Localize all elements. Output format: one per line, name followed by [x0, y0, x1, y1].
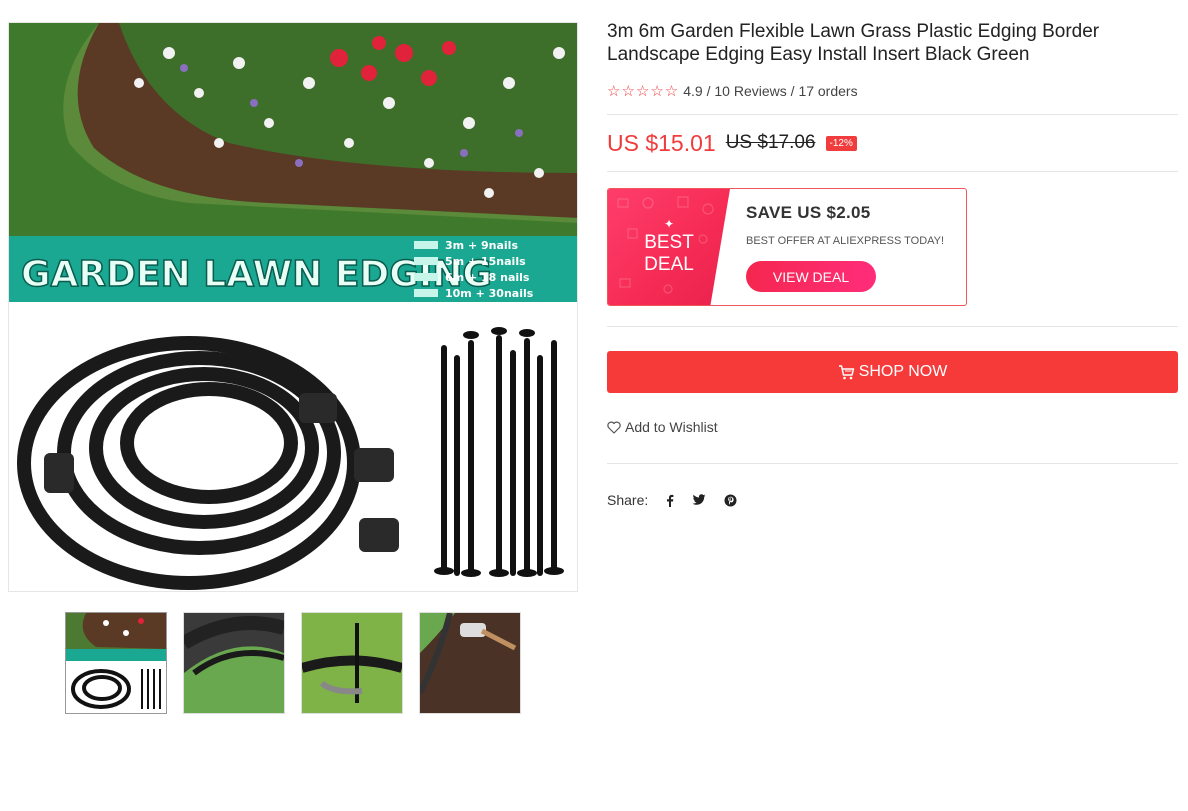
- rating-value: 4.9: [683, 83, 703, 99]
- main-product-image[interactable]: GARDEN LAWN EDGING 3m + 9nails 5m + 15na…: [8, 22, 578, 592]
- product-details: 3m 6m Garden Flexible Lawn Grass Plastic…: [607, 20, 1178, 508]
- deal-note: BEST OFFER AT ALIEXPRESS TODAY!: [746, 235, 945, 247]
- thumb-hammer-install[interactable]: [419, 612, 521, 714]
- divider: [607, 171, 1178, 172]
- rating-sep-2: /: [786, 83, 799, 99]
- thumb-edging-on-grass[interactable]: [183, 612, 285, 714]
- rating-stars-icon: ☆☆☆☆☆: [607, 83, 680, 100]
- shop-now-button[interactable]: SHOP NOW: [607, 351, 1178, 393]
- wishlist-label: Add to Wishlist: [625, 419, 718, 435]
- deal-save-text: SAVE US $2.05: [746, 203, 871, 222]
- original-price: US $17.06: [725, 132, 816, 153]
- view-deal-button[interactable]: VIEW DEAL: [746, 261, 876, 292]
- badge-pattern-icon: [617, 196, 714, 294]
- current-price: US $15.01: [607, 129, 716, 156]
- twitter-icon[interactable]: [692, 494, 706, 506]
- thumb-product-banner[interactable]: [65, 612, 167, 714]
- divider: [607, 463, 1178, 464]
- share-row: Share:: [607, 492, 1178, 508]
- best-deal-badge: ✦ BEST DEAL: [608, 189, 730, 305]
- reviews-count[interactable]: 10 Reviews: [714, 83, 786, 99]
- share-label: Share:: [607, 492, 649, 508]
- facebook-icon[interactable]: [666, 494, 674, 507]
- shop-now-label: SHOP NOW: [858, 363, 948, 380]
- thumbnail-strip: [65, 612, 521, 714]
- add-to-wishlist-link[interactable]: Add to Wishlist: [607, 419, 1178, 435]
- best-deal-card: ✦ BEST DEAL SAVE US $2.05 BEST OFFER AT …: [607, 188, 967, 306]
- rating-sep-1: /: [702, 83, 715, 99]
- deal-body: SAVE US $2.05 BEST OFFER AT ALIEXPRESS T…: [730, 189, 944, 305]
- divider: [607, 326, 1178, 327]
- discount-badge: -12%: [825, 135, 857, 151]
- option-5m: 5m + 15nails: [445, 255, 526, 268]
- product-title: 3m 6m Garden Flexible Lawn Grass Plastic…: [607, 21, 1100, 65]
- option-3m: 3m + 9nails: [445, 239, 518, 252]
- thumb-nail-in-grass[interactable]: [301, 612, 403, 714]
- heart-icon: [607, 421, 621, 434]
- rating-row: ☆☆☆☆☆ 4.9 / 10 Reviews / 17 orders: [607, 80, 1178, 102]
- option-6m: 6m + 18 nails: [445, 271, 530, 284]
- price-row: US $15.01 US $17.06 -12%: [607, 115, 1178, 171]
- pinterest-icon[interactable]: [724, 494, 737, 507]
- cart-icon: [838, 364, 854, 379]
- option-10m: 10m + 30nails: [445, 287, 534, 300]
- orders-count: 17 orders: [798, 83, 858, 99]
